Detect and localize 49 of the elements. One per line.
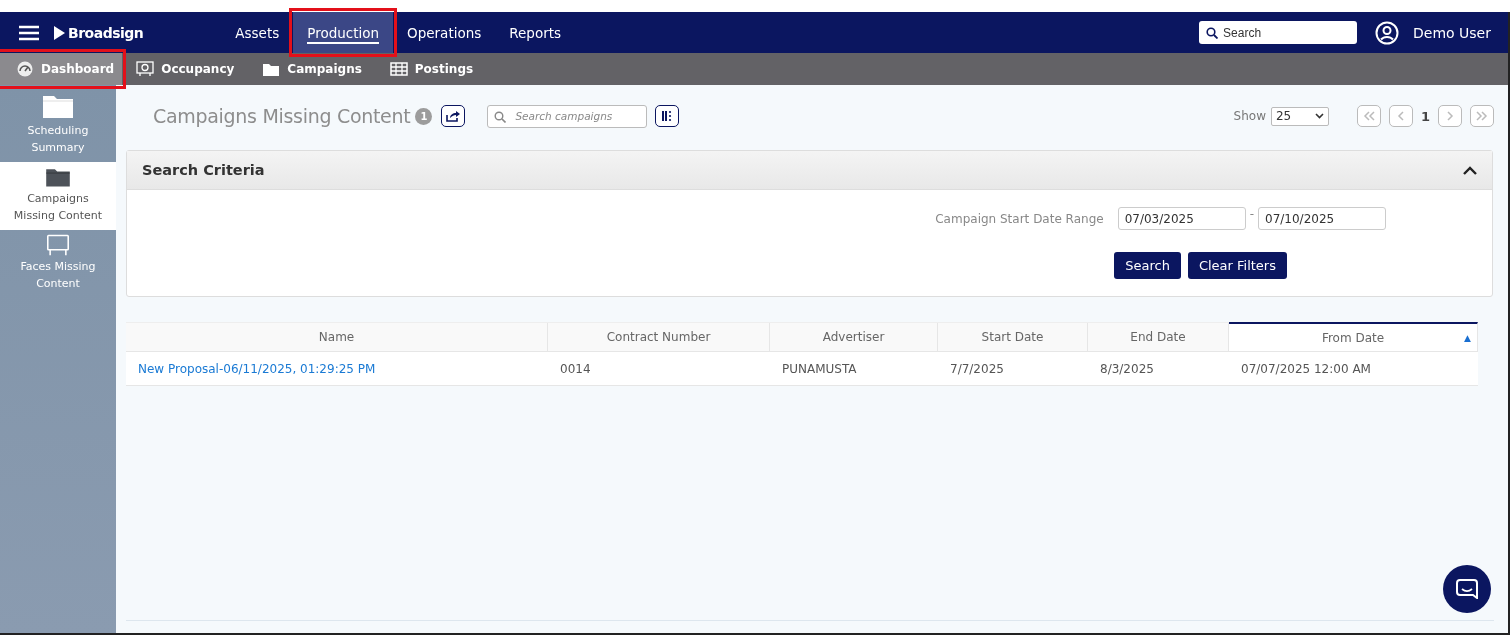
count-badge: 1 (415, 107, 433, 125)
columns-button[interactable] (655, 105, 680, 127)
table-cell-text: 07/07/2025 12:00 AM (1240, 360, 1372, 378)
export-button[interactable] (441, 105, 466, 127)
page-number: 1 (1420, 108, 1430, 124)
subnav-tab[interactable]: Postings (375, 53, 488, 85)
search-field[interactable]: Search (1199, 21, 1358, 44)
brand-name: Broadsign (68, 24, 144, 41)
double-chevron-right-icon (1476, 111, 1488, 121)
chevron-up-icon[interactable] (1463, 165, 1477, 175)
show-label: Show (1233, 109, 1266, 123)
caret-icon (1314, 113, 1324, 119)
user-name[interactable]: Demo User (1413, 24, 1491, 41)
range-separator: - (1249, 207, 1254, 221)
chat-button[interactable] (1443, 565, 1491, 613)
search-field[interactable]: Search campaigns (487, 104, 648, 128)
search-button[interactable]: Search (1114, 252, 1181, 279)
date-range-label: Campaign Start Date Range (935, 211, 1104, 226)
table-cell-text: 0014 (559, 360, 592, 378)
page-title: Campaigns Missing Content (153, 105, 411, 127)
menu-icon[interactable] (19, 24, 39, 41)
panel-title: Search Criteria (142, 162, 265, 178)
nav-tab[interactable]: Reports (495, 12, 576, 53)
gauge-icon (16, 61, 34, 77)
sidebar-item[interactable]: Campaigns Missing Content (0, 162, 116, 230)
user-icon[interactable] (1375, 20, 1400, 45)
chevron-right-icon (1444, 111, 1456, 121)
column-header[interactable]: From Date ▲ (1229, 322, 1478, 351)
subnav-tab[interactable]: Campaigns (248, 53, 376, 85)
start-date-field[interactable]: 07/03/2025 (1117, 207, 1246, 230)
folder-icon (262, 61, 281, 77)
end-date-field[interactable]: 07/10/2025 (1258, 207, 1386, 230)
monitor-icon (136, 61, 155, 77)
play-logo-icon (54, 25, 65, 40)
nav-tab[interactable]: Operations (393, 12, 496, 53)
nav-tab[interactable]: Assets (221, 12, 294, 53)
share-icon (446, 110, 461, 122)
table-cell-text: 7/7/2025 (949, 360, 1005, 378)
double-chevron-left-icon (1362, 111, 1375, 121)
table-cell-text: 8/3/2025 (1099, 360, 1155, 378)
sort-ascending-icon: ▲ (1464, 332, 1471, 343)
chat-bubble-icon (1456, 579, 1478, 599)
campaign-link[interactable]: New Proposal-06/11/2025, 01:29:25 PM (126, 352, 548, 385)
table-icon (389, 61, 408, 77)
page-size-select[interactable]: 25 (1270, 106, 1329, 126)
clear-filters-button[interactable]: Clear Filters (1187, 252, 1287, 279)
sidebar-item[interactable]: Scheduling Summary (0, 85, 116, 162)
table-cell-text: PUNAMUSTA (781, 360, 858, 378)
subnav-tab[interactable]: Occupancy (122, 53, 249, 85)
